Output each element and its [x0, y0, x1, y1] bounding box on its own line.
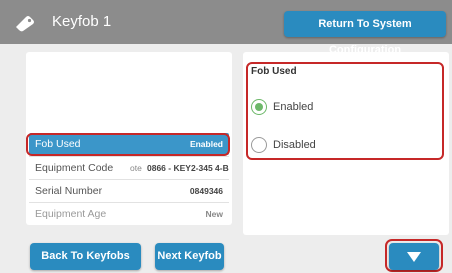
back-to-keyfobs-button[interactable]: Back To Keyfobs: [30, 243, 141, 270]
page-title: Keyfob 1: [52, 13, 112, 30]
radio-enabled[interactable]: [251, 99, 267, 115]
list-item-serial-number[interactable]: Serial Number 0849346: [29, 180, 229, 202]
row-label: Serial Number: [35, 185, 103, 197]
row-label: Equipment Code: [35, 162, 114, 174]
row-value: 0866 - KEY2-345 4-Bi: [147, 163, 229, 173]
return-to-system-configuration-button[interactable]: Return To System Configuration: [284, 11, 446, 56]
row-value: New: [205, 209, 223, 219]
radio-enabled-label[interactable]: Enabled: [273, 100, 313, 114]
radio-disabled-label[interactable]: Disabled: [273, 138, 316, 152]
selection-highlight: [26, 133, 230, 156]
row-value: 0849346: [189, 186, 223, 196]
fob-tag-icon: [16, 16, 34, 32]
radio-disabled[interactable]: [251, 137, 267, 153]
list-item-equipment-age[interactable]: Equipment Age New: [29, 203, 229, 225]
next-keyfob-button[interactable]: Next Keyfob: [155, 243, 224, 270]
scroll-down-button[interactable]: [389, 243, 439, 270]
option-group-title: Fob Used: [251, 66, 297, 77]
row-label: Equipment Age: [35, 208, 107, 220]
header-bar: Keyfob 1 Return To System Configuration: [0, 0, 452, 56]
arrow-down-icon: [407, 252, 421, 262]
row-fragment: ote: [130, 163, 142, 173]
list-item-equipment-code[interactable]: Equipment Code ote 0866 - KEY2-345 4-Bi: [29, 157, 229, 179]
